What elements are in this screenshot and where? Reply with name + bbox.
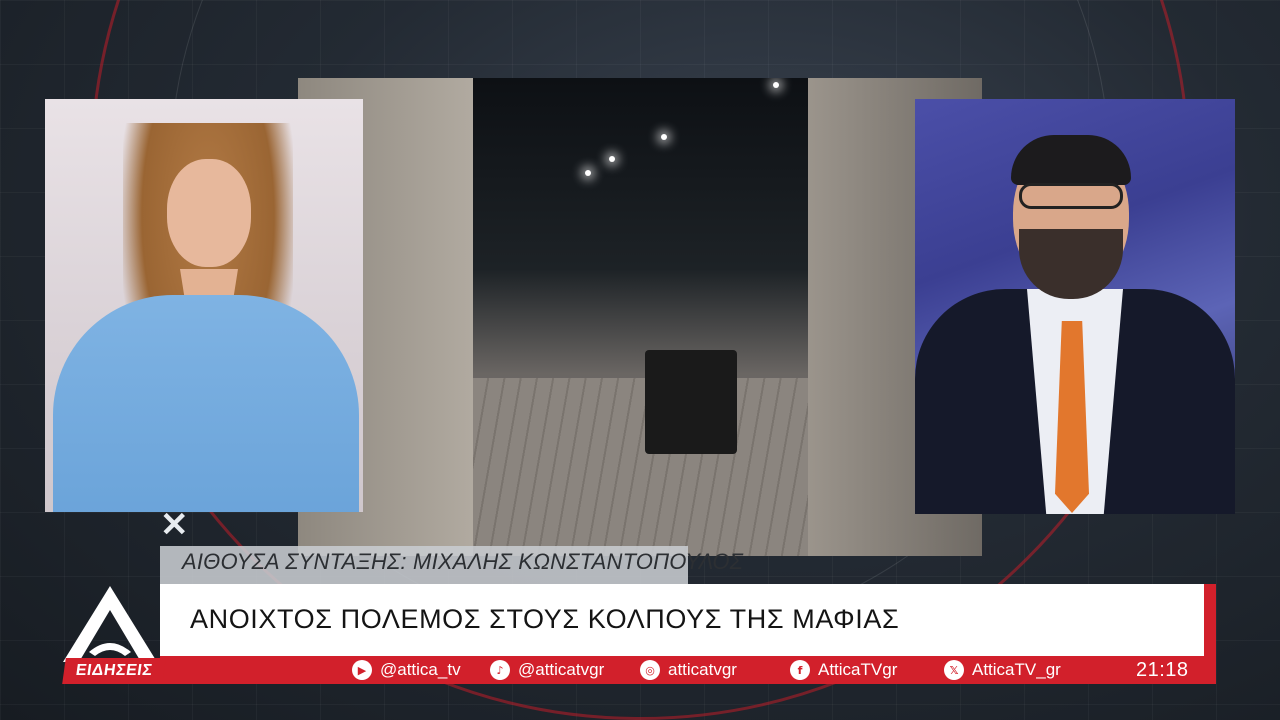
guest-glasses [1019, 183, 1123, 209]
anchor-video [45, 99, 363, 512]
trash-bin [645, 350, 737, 454]
social-handle: AtticaTV_gr [972, 660, 1061, 679]
guest-video [915, 99, 1235, 514]
instagram-icon: ◎ [640, 660, 660, 680]
social-handle: @atticatvgr [518, 660, 605, 679]
social-facebook: f AtticaTVgr [790, 656, 897, 684]
channel-logo-label: ΕΙΔΗΣΕΙΣ [62, 658, 166, 684]
street-lamp [661, 134, 667, 140]
x-icon: 𝕏 [944, 660, 964, 680]
anchor-jacket [53, 295, 359, 512]
reporter-credit: ΑΙΘΟΥΣΑ ΣΥΝΤΑΞΗΣ: ΜΙΧΑΛΗΣ ΚΩΝΣΤΑΝΤΟΠΟΥΛΟ… [182, 549, 744, 574]
clock: 21:18 [1136, 659, 1189, 681]
headline-accent [1204, 584, 1216, 656]
street-lamp [609, 156, 615, 162]
report-video [473, 78, 808, 556]
social-instagram: ◎ atticatvgr [640, 656, 737, 684]
sidewalk [473, 378, 808, 556]
guest-hair [1011, 135, 1131, 185]
social-tiktok: ♪ @atticatvgr [490, 656, 604, 684]
street-lamp [773, 82, 779, 88]
social-youtube: ▶ @attica_tv [352, 656, 461, 684]
youtube-icon: ▶ [352, 660, 372, 680]
social-handle: @attica_tv [380, 660, 461, 679]
facebook-icon: f [790, 660, 810, 680]
social-handle: AtticaTVgr [818, 660, 898, 679]
headline-title: ΑΝΟΙΧΤΟΣ ΠΟΛΕΜΟΣ ΣΤΟΥΣ ΚΟΛΠΟΥΣ ΤΗΣ ΜΑΦΙΑ… [190, 604, 900, 634]
social-handle: atticatvgr [668, 660, 737, 679]
social-x: 𝕏 AtticaTV_gr [944, 656, 1061, 684]
tiktok-icon: ♪ [490, 660, 510, 680]
street-lamp [585, 170, 591, 176]
anchor-face [167, 159, 251, 267]
